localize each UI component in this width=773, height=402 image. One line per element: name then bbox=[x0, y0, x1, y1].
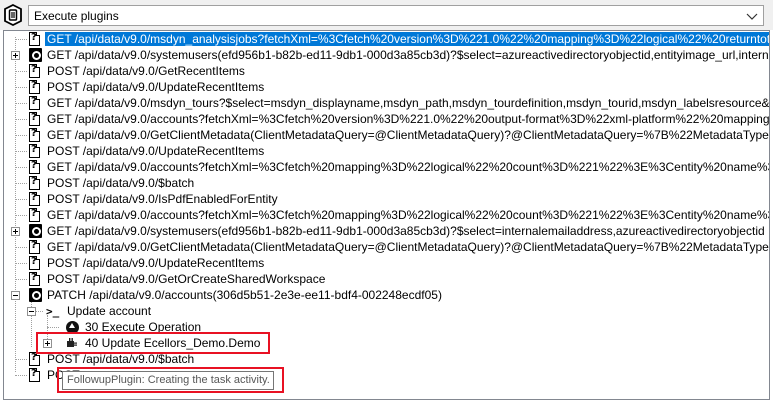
tree-row-label: POST /api/data/v9.0/IsPdfEnabledForEntit… bbox=[47, 192, 278, 206]
tree-row-request[interactable]: GET /api/data/v9.0/msdyn_analysisjobs?fe… bbox=[4, 31, 769, 47]
tree-row-request[interactable]: POST /api/data/v9.0/UpdateRecentItems bbox=[4, 143, 769, 159]
tree-row-label: GET /api/data/v9.0/GetClientMetadata(Cli… bbox=[47, 128, 769, 142]
unknown-request-icon bbox=[29, 192, 40, 206]
tree-row-label: POST /api/data/v9.0/UpdateRecentItems bbox=[47, 256, 265, 270]
toolbar: Execute plugins bbox=[0, 0, 773, 30]
plugin-tooltip: FollowupPlugin: Creating the task activi… bbox=[62, 371, 274, 390]
unknown-request-icon bbox=[29, 256, 40, 270]
tree-row-request[interactable]: GET /api/data/v9.0/GetClientMetadata(Cli… bbox=[4, 239, 769, 255]
plugin-filter-dropdown[interactable]: Execute plugins bbox=[28, 5, 764, 26]
expand-icon[interactable] bbox=[11, 227, 20, 236]
unknown-request-icon bbox=[29, 208, 40, 222]
tree-row-label: POST /api/data/v9.0/UpdateRecentItems bbox=[47, 80, 265, 94]
tree-row-label: POST /api/data/v9.0/GetOrCreateSharedWor… bbox=[47, 272, 326, 286]
unknown-request-icon bbox=[29, 64, 40, 78]
tree-row-request[interactable]: GET /api/data/v9.0/GetClientMetadata(Cli… bbox=[4, 127, 769, 143]
tree-row-label: GET /api/data/v9.0/msdyn_analysisjobs?fe… bbox=[45, 32, 769, 46]
tree-row-request[interactable]: POST /api/data/v9.0/UpdateRecentItems bbox=[4, 255, 769, 271]
tree-row-request[interactable]: GET /api/data/v9.0/accounts?fetchXml=%3C… bbox=[4, 159, 769, 175]
tree-row-label: GET /api/data/v9.0/systemusers(efd956b1-… bbox=[47, 48, 770, 62]
tree-row-label: POST /api/data/v9.0/$batch bbox=[47, 352, 195, 366]
tree-row-request[interactable]: GET /api/data/v9.0/msdyn_tours?$select=m… bbox=[4, 95, 769, 111]
request-doc-icon bbox=[29, 224, 42, 238]
tree-row-label: GET /api/data/v9.0/msdyn_tours?$select=m… bbox=[47, 96, 770, 110]
collapse-icon[interactable] bbox=[11, 291, 20, 300]
tree-row-request[interactable]: PATCH /api/data/v9.0/accounts(306d5b51-2… bbox=[4, 287, 769, 303]
tree-row-label: POST /api/data/v9.0/GetRecentItems bbox=[47, 64, 245, 78]
annotation-highlight-plugin-step bbox=[36, 332, 270, 354]
unknown-request-icon bbox=[29, 368, 40, 382]
tree-row-label: GET /api/data/v9.0/systemusers(efd956b1-… bbox=[47, 224, 765, 238]
collapse-icon[interactable] bbox=[27, 307, 36, 316]
unknown-request-icon bbox=[29, 272, 40, 286]
unknown-request-icon bbox=[29, 80, 40, 94]
tree-row-label: GET /api/data/v9.0/accounts?fetchXml=%3C… bbox=[47, 160, 769, 174]
unknown-request-icon bbox=[29, 176, 40, 190]
tree-row-request[interactable]: POST /api/data/v9.0/GetRecentItems bbox=[4, 63, 769, 79]
tree-row-request[interactable]: POST /api/data/v9.0/$batch bbox=[4, 175, 769, 191]
tree-row-request[interactable]: GET /api/data/v9.0/accounts?fetchXml=%3C… bbox=[4, 111, 769, 127]
tree-row-request[interactable]: GET /api/data/v9.0/systemusers(efd956b1-… bbox=[4, 47, 769, 63]
chevron-down-icon[interactable] bbox=[745, 9, 759, 23]
request-doc-icon bbox=[29, 288, 42, 302]
unknown-request-icon bbox=[29, 128, 40, 142]
unknown-request-icon bbox=[29, 112, 40, 126]
tree-row-request[interactable]: POST /api/data/v9.0/IsPdfEnabledForEntit… bbox=[4, 191, 769, 207]
unknown-request-icon bbox=[29, 160, 40, 174]
tree-row-label: POST /api/data/v9.0/UpdateRecentItems bbox=[47, 144, 265, 158]
unknown-request-icon bbox=[29, 96, 40, 110]
tree-row-label: GET /api/data/v9.0/accounts?fetchXml=%3C… bbox=[47, 208, 769, 222]
unknown-request-icon bbox=[29, 144, 40, 158]
tree-row-label: PATCH /api/data/v9.0/accounts(306d5b51-2… bbox=[47, 288, 442, 302]
tree-row-request[interactable]: GET /api/data/v9.0/accounts?fetchXml=%3C… bbox=[4, 207, 769, 223]
plugin-filter-value: Execute plugins bbox=[34, 9, 119, 23]
tree-row-label: GET /api/data/v9.0/accounts?fetchXml=%3C… bbox=[47, 112, 770, 126]
tool-icon bbox=[4, 4, 22, 26]
tree-row-request[interactable]: POST /api/data/v9.0/GetOrCreateSharedWor… bbox=[4, 271, 769, 287]
tree-row-label: GET /api/data/v9.0/GetClientMetadata(Cli… bbox=[47, 240, 769, 254]
tree-row-operation[interactable]: >_ Update account bbox=[4, 303, 769, 319]
unknown-request-icon bbox=[29, 352, 40, 366]
tree-row-request[interactable]: POST /api/data/v9.0/UpdateRecentItems bbox=[4, 79, 769, 95]
tree-row-label: POST /api/data/v9.0/$batch bbox=[47, 176, 195, 190]
console-icon: >_ bbox=[46, 305, 60, 318]
request-doc-icon bbox=[29, 48, 42, 62]
tree-row-request[interactable]: GET /api/data/v9.0/systemusers(efd956b1-… bbox=[4, 223, 769, 239]
tree-row-label: Update account bbox=[67, 304, 152, 318]
unknown-request-icon bbox=[29, 32, 40, 46]
unknown-request-icon bbox=[29, 240, 40, 254]
expand-icon[interactable] bbox=[11, 51, 20, 60]
